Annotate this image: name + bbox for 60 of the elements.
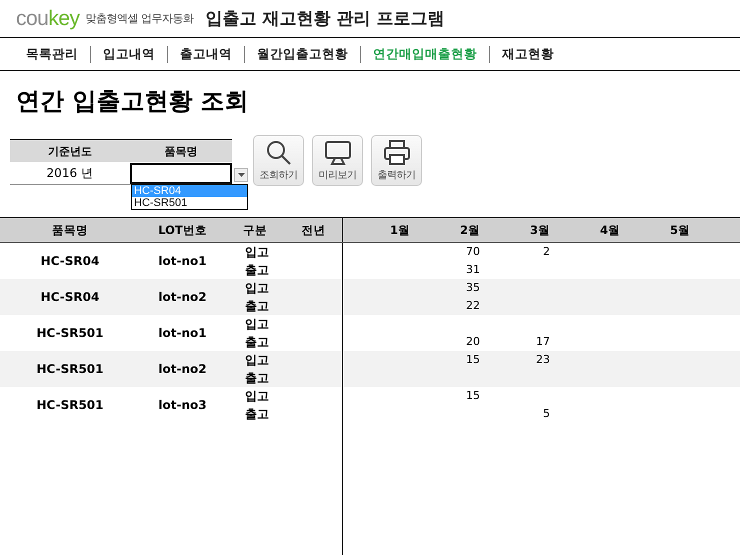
nav-tab[interactable]: 목록관리 (14, 46, 91, 62)
monitor-icon (324, 140, 352, 166)
table-cell-text: 입고 (244, 316, 270, 333)
table-cell-text: 35 (465, 280, 481, 296)
column-header: 4월 (598, 222, 621, 238)
column-header: LOT번호 (157, 222, 208, 238)
tagline: 맞춤형엑셀 업무자동화 (86, 11, 194, 26)
table-cell-text: HC-SR04 (40, 254, 100, 268)
column-header: 품목명 (51, 222, 89, 238)
table-cell-text: HC-SR04 (40, 290, 100, 304)
table-cell-text: 입고 (244, 388, 270, 405)
table-cell-text: 출고 (244, 262, 270, 279)
table-cell-text: 출고 (244, 298, 270, 315)
column-header: 기준년도 (47, 144, 93, 158)
table-cell-text: HC-SR501 (35, 326, 105, 340)
column-header: 2월 (458, 222, 481, 238)
search-button[interactable]: 조회하기 (253, 135, 304, 186)
table-cell-text: 출고 (244, 406, 270, 423)
app-title: 입출고 재고현황 관리 프로그램 (206, 8, 444, 30)
table-cell-text: lot-no2 (157, 362, 208, 376)
table-cell-text: lot-no2 (157, 290, 208, 304)
table-cell-text: 출고 (244, 370, 270, 387)
column-header: 품목명 (164, 144, 198, 158)
column-header: 3월 (528, 222, 551, 238)
table-cell-text: lot-no1 (157, 254, 208, 268)
nav-tab[interactable]: 입고내역 (91, 46, 168, 62)
table-cell-text: 15 (465, 388, 481, 404)
dropdown-option[interactable]: HC-SR501 (132, 197, 247, 209)
table-cell-text: 출고 (244, 334, 270, 351)
table-cell-text: 입고 (244, 280, 270, 297)
table-cell-text: 22 (465, 298, 481, 314)
nav-tab[interactable]: 출고내역 (168, 46, 245, 62)
item-combo-field[interactable] (130, 162, 232, 184)
table-cell-text: HC-SR501 (35, 362, 105, 376)
column-header: 전년 (300, 222, 326, 238)
preview-button[interactable]: 미리보기 (312, 135, 363, 186)
column-header: 1월 (388, 222, 411, 238)
table-cell-text: 70 (465, 244, 481, 260)
printer-icon (382, 140, 410, 166)
search-icon (266, 140, 292, 166)
nav-tab[interactable]: 월간입출고현황 (245, 46, 361, 62)
nav-tab[interactable]: 재고현황 (490, 46, 566, 62)
logo: coukey (16, 6, 80, 30)
table-cell-text: 15 (465, 352, 481, 368)
table-cell-text: 17 (535, 334, 551, 350)
table-cell-text: lot-no1 (157, 326, 208, 340)
table-cell-text: 2 (542, 244, 551, 260)
table-cell-text: 20 (465, 334, 481, 350)
year-value: 2016 년 (46, 164, 94, 182)
page-title: 연간 입출고현황 조회 (16, 86, 250, 117)
column-header: 5월 (668, 222, 691, 238)
print-button[interactable]: 출력하기 (371, 135, 422, 186)
table-cell-text: 23 (535, 352, 551, 368)
table-cell-text: lot-no3 (157, 398, 208, 412)
column-header: 구분 (242, 222, 268, 238)
table-cell-text: 5 (542, 406, 551, 422)
table-cell-text: 31 (465, 262, 481, 278)
table-cell-text: 입고 (244, 352, 270, 369)
table-cell-text: HC-SR501 (35, 398, 105, 412)
table-cell-text: 입고 (244, 244, 270, 261)
